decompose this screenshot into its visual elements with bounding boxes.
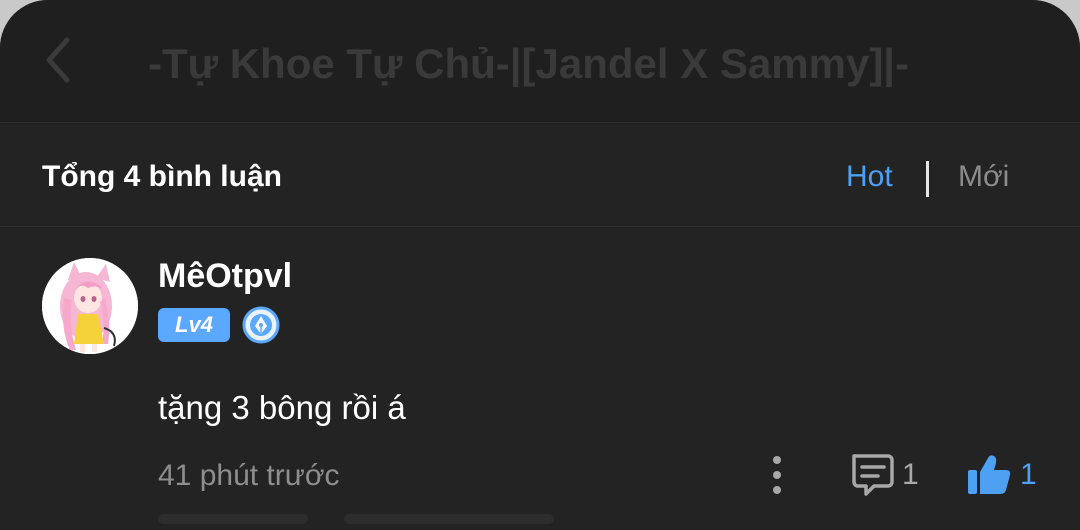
next-comment-placeholder <box>158 514 308 524</box>
top-bar: -Tự Khoe Tự Chủ-|[Jandel X Sammy]|- <box>0 0 1080 123</box>
thumbs-up-icon <box>968 455 1011 494</box>
reply-button[interactable]: 1 <box>848 452 928 498</box>
sort-new-tab[interactable]: Mới <box>958 157 1009 197</box>
sort-hot-tab[interactable]: Hot <box>846 157 893 197</box>
next-comment-placeholder <box>344 514 554 524</box>
comment-count-label: Tổng 4 bình luận <box>42 160 282 193</box>
like-count: 1 <box>1020 458 1037 491</box>
avatar[interactable] <box>42 258 138 354</box>
story-title: -Tự Khoe Tự Chủ-|[Jandel X Sammy]|- <box>148 40 910 87</box>
comments-sheet: -Tự Khoe Tự Chủ-|[Jandel X Sammy]|- Tổng… <box>0 0 1080 530</box>
reply-count: 1 <box>902 458 919 491</box>
sort-divider <box>926 161 929 197</box>
back-button[interactable] <box>30 28 86 92</box>
more-options-button[interactable] <box>760 452 794 498</box>
comment-username[interactable]: MêOtpvl <box>158 254 292 298</box>
pen-nib-badge-icon <box>242 306 280 344</box>
comments-header: Tổng 4 bình luận Hot Mới <box>0 123 1080 227</box>
more-vertical-icon <box>773 456 781 494</box>
avatar-image <box>42 258 138 354</box>
comment-icon <box>852 454 894 496</box>
comment-text: tặng 3 bông rồi á <box>158 389 406 426</box>
level-badge: Lv4 <box>158 308 230 342</box>
comment-timestamp: 41 phút trước <box>158 459 340 492</box>
chevron-left-icon <box>46 37 70 83</box>
like-button[interactable]: 1 <box>966 452 1046 498</box>
